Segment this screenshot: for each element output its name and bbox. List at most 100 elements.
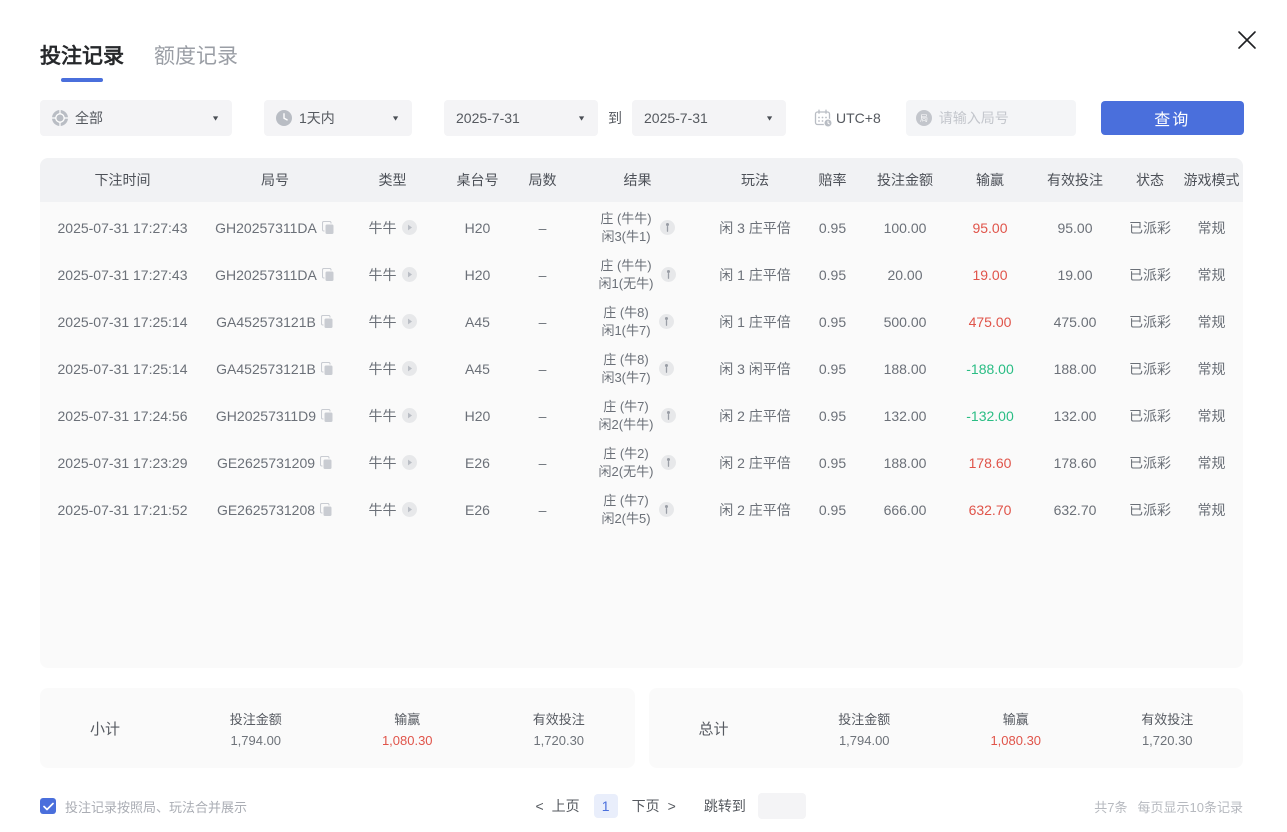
play-icon[interactable] <box>401 361 417 376</box>
round-number-input[interactable] <box>938 110 1059 126</box>
current-page-indicator[interactable]: 1 <box>593 794 618 818</box>
cell-win-loss: -132.00 <box>966 407 1014 424</box>
cell-status: 已派彩 <box>1129 360 1171 377</box>
result-player-line: 闲2(无牛) <box>598 463 654 479</box>
game-type-text: 牛牛 <box>368 219 397 236</box>
cell-round-id: GH20257311D9 <box>205 408 345 424</box>
cell-win-loss: 632.70 <box>968 501 1012 518</box>
info-icon[interactable] <box>658 361 674 376</box>
cell-play-type: 闲 2 庄平倍 <box>719 501 791 518</box>
cell-valid-bet: 475.00 <box>1053 313 1097 330</box>
tab-quota-records[interactable]: 额度记录 <box>154 40 238 82</box>
info-icon[interactable] <box>661 455 677 470</box>
tab-betting-records[interactable]: 投注记录 <box>40 40 124 82</box>
cell-valid-bet: 95.00 <box>1057 219 1093 236</box>
merge-checkbox[interactable] <box>40 798 56 814</box>
record-count-info: 共7条 每页显示10条记录 <box>1094 797 1243 816</box>
timezone-value: UTC+8 <box>836 110 881 126</box>
next-page-button[interactable]: 下页 > <box>632 796 676 816</box>
play-icon[interactable] <box>401 408 417 423</box>
chevron-down-icon: ▼ <box>577 114 586 122</box>
cell-game-mode: 常规 <box>1197 407 1226 424</box>
cell-play-type: 闲 3 闲平倍 <box>719 360 791 377</box>
query-button[interactable]: 查询 <box>1100 101 1244 135</box>
game-type-text: 牛牛 <box>368 360 397 377</box>
info-icon[interactable] <box>658 314 674 329</box>
cell-status: 已派彩 <box>1129 501 1171 518</box>
cell-game-mode: 常规 <box>1197 360 1226 377</box>
cell-win-loss: 178.60 <box>968 454 1012 471</box>
tab-quota-records-label: 额度记录 <box>154 45 238 68</box>
jump-page-input[interactable] <box>757 793 806 819</box>
cell-win-loss: 19.00 <box>972 266 1008 283</box>
date-from-select[interactable]: 2025-7-31 ▼ <box>444 100 598 136</box>
valid-bet-value: 1,720.30 <box>533 732 585 748</box>
copy-icon[interactable] <box>321 220 335 235</box>
column-header-win-loss: 输赢 <box>976 172 1004 188</box>
cell-game-mode: 常规 <box>1197 266 1226 283</box>
subtotal-label: 小计 <box>90 720 121 738</box>
result-banker-line: 庄 (牛牛) <box>600 210 652 226</box>
cell-round-id: GH20257311DA <box>205 267 345 283</box>
result-player-line: 闲1(无牛) <box>598 275 654 291</box>
cell-bet-amount: 188.00 <box>883 454 927 471</box>
chevron-down-icon: ▼ <box>211 114 220 122</box>
cell-result: 庄 (牛牛) 闲1(无牛) <box>570 257 705 292</box>
play-icon[interactable] <box>401 455 417 470</box>
column-header-round-count: 局数 <box>528 172 557 188</box>
cell-bet-time: 2025-07-31 17:27:43 <box>57 266 188 283</box>
info-icon[interactable] <box>659 220 675 235</box>
betting-records-modal: 投注记录 额度记录 全部 ▼ 1天内 ▼ 2025-7-31 ▼ 到 2025-… <box>0 0 1287 832</box>
cell-table-no: H20 <box>464 266 491 283</box>
cell-round-count: – <box>538 266 547 283</box>
game-type-select[interactable]: 全部 ▼ <box>40 100 232 136</box>
tab-bar: 投注记录 额度记录 <box>40 40 238 82</box>
cell-odds: 0.95 <box>818 266 847 283</box>
cell-status: 已派彩 <box>1129 266 1171 283</box>
active-tab-underline <box>61 78 103 82</box>
play-icon[interactable] <box>401 267 417 282</box>
info-icon[interactable] <box>661 267 677 282</box>
copy-icon[interactable] <box>321 408 334 423</box>
copy-icon[interactable] <box>320 455 333 470</box>
cell-status: 已派彩 <box>1129 407 1171 424</box>
total-card: 总计 投注金额 1,794.00 输赢 1,080.30 有效投注 1,720.… <box>648 688 1243 768</box>
round-id-text: GH20257311DA <box>215 266 317 283</box>
next-label: 下页 <box>631 798 660 814</box>
copy-icon[interactable] <box>320 314 334 329</box>
copy-icon[interactable] <box>320 361 334 376</box>
cell-game-type: 牛牛 <box>345 218 440 238</box>
copy-icon[interactable] <box>321 267 335 282</box>
column-header-valid-bet: 有效投注 <box>1047 172 1103 188</box>
timezone-indicator: UTC+8 <box>814 109 881 128</box>
info-icon[interactable] <box>658 502 674 517</box>
footer-bar: 投注记录按照局、玩法合并展示 < 上页 1 下页 > 跳转到 共7条 每页显示1… <box>40 792 1243 820</box>
cell-odds: 0.95 <box>818 407 847 424</box>
merge-option: 投注记录按照局、玩法合并展示 <box>40 797 247 816</box>
play-icon[interactable] <box>401 502 417 517</box>
play-icon[interactable] <box>401 220 417 235</box>
valid-bet-label: 有效投注 <box>532 711 585 727</box>
cell-table-no: A45 <box>465 313 490 330</box>
prev-page-button[interactable]: < 上页 <box>535 796 579 816</box>
play-icon[interactable] <box>401 314 417 329</box>
date-to-select[interactable]: 2025-7-31 ▼ <box>632 100 786 136</box>
total-label: 总计 <box>698 720 729 738</box>
subtotal-valid-bet: 有效投注 1,720.30 <box>483 709 635 748</box>
svg-text:局: 局 <box>920 114 928 123</box>
table-row: 2025-07-31 17:23:29 GE2625731209 牛牛 E26 <box>40 439 1243 486</box>
cell-bet-amount: 132.00 <box>883 407 927 424</box>
copy-icon[interactable] <box>320 502 333 517</box>
jump-label: 跳转到 <box>703 798 746 814</box>
time-range-select[interactable]: 1天内 ▼ <box>264 100 412 136</box>
close-icon[interactable] <box>1235 28 1259 52</box>
info-icon[interactable] <box>661 408 677 423</box>
next-arrow: > <box>667 798 676 814</box>
bet-amount-label: 投注金额 <box>838 711 891 727</box>
cell-bet-time: 2025-07-31 17:25:14 <box>57 360 188 377</box>
total-count: 共7条 <box>1094 799 1128 815</box>
table-row: 2025-07-31 17:21:52 GE2625731208 牛牛 E26 <box>40 486 1243 533</box>
cell-game-type: 牛牛 <box>345 312 440 332</box>
round-id-text: GA452573121B <box>216 313 316 330</box>
date-to-label: 到 <box>608 110 622 126</box>
